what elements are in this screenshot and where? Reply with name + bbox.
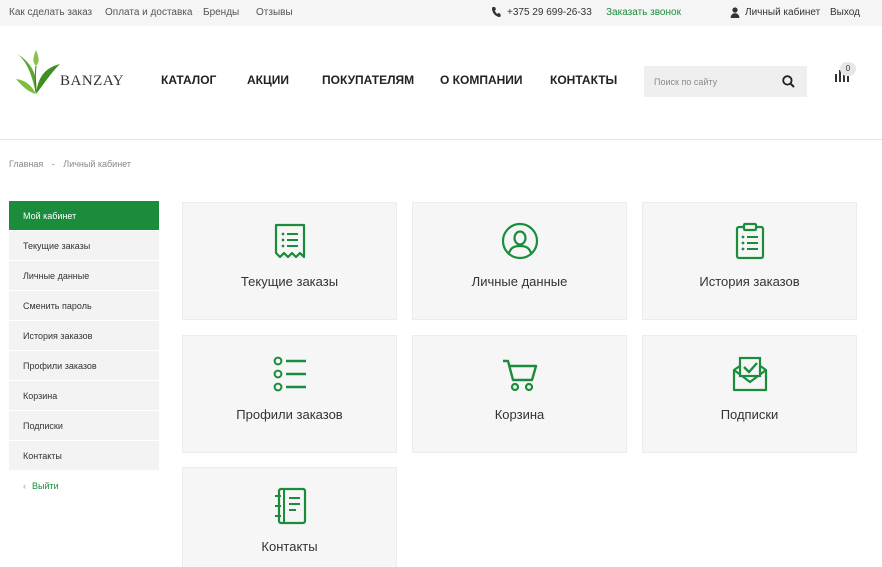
cart-icon [502, 359, 537, 392]
card-order-history[interactable]: История заказов [642, 202, 857, 320]
cabinet-link[interactable]: Личный кабинет [745, 7, 820, 18]
receipt-icon [274, 223, 305, 259]
card-label: Контакты [261, 539, 318, 554]
card-personal-data[interactable]: Личные данные [412, 202, 627, 320]
compare-count-badge: 0 [840, 62, 856, 76]
breadcrumb-home[interactable]: Главная [9, 159, 43, 169]
topbar-link-brands[interactable]: Бренды [203, 7, 239, 18]
topbar-link-payment-delivery[interactable]: Оплата и доставка [105, 7, 192, 18]
breadcrumb-separator: - [51, 159, 55, 169]
logo-text: BANZAY [60, 73, 125, 89]
card-label: Личные данные [471, 274, 568, 289]
search-input[interactable] [644, 66, 774, 97]
nav-promotions[interactable]: АКЦИИ [247, 73, 289, 87]
topbar-link-how-to-order[interactable]: Как сделать заказ [9, 7, 92, 18]
sidebar-item-order-profiles[interactable]: Профили заказов [9, 351, 159, 381]
sidebar-logout-label: Выйти [32, 481, 59, 491]
breadcrumb: Главная - Личный кабинет [9, 159, 131, 169]
card-label: Корзина [494, 407, 545, 422]
nav-about[interactable]: О КОМПАНИИ [440, 73, 523, 87]
logout-link[interactable]: Выход [830, 7, 860, 18]
nav-customers[interactable]: ПОКУПАТЕЛЯМ [322, 73, 414, 87]
sidebar-item-order-history[interactable]: История заказов [9, 321, 159, 351]
card-label: Подписки [720, 407, 779, 422]
sidebar-logout[interactable]: ‹ Выйти [9, 481, 59, 491]
sidebar-item-personal-data[interactable]: Личные данные [9, 261, 159, 291]
list-icon [273, 356, 306, 392]
clipboard-icon [735, 222, 764, 260]
card-label: Профили заказов [236, 407, 343, 422]
user-icon [730, 7, 740, 18]
sidebar-item-subscriptions[interactable]: Подписки [9, 411, 159, 441]
mail-check-icon [732, 356, 767, 392]
card-contacts[interactable]: Контакты [182, 467, 397, 567]
header: BANZAY КАТАЛОГ АКЦИИ ПОКУПАТЕЛЯМ О КОМПА… [0, 26, 882, 140]
breadcrumb-current: Личный кабинет [63, 159, 132, 169]
chevron-left-icon: ‹ [23, 481, 26, 491]
sidebar-item-my-cabinet[interactable]: Мой кабинет [9, 201, 159, 231]
search-icon[interactable] [782, 75, 795, 88]
sidebar-item-cart[interactable]: Корзина [9, 381, 159, 411]
phone-icon [492, 7, 501, 17]
notebook-icon [274, 487, 306, 525]
user-circle-icon [501, 222, 538, 260]
card-order-profiles[interactable]: Профили заказов [182, 335, 397, 453]
topbar-link-reviews[interactable]: Отзывы [256, 7, 293, 18]
card-label: Текущие заказы [240, 274, 339, 289]
nav-catalog[interactable]: КАТАЛОГ [161, 73, 216, 87]
callback-link[interactable]: Заказать звонок [606, 7, 681, 18]
nav-contacts[interactable]: КОНТАКТЫ [550, 73, 617, 87]
sidebar: Мой кабинет Текущие заказы Личные данные… [9, 201, 159, 471]
sidebar-item-current-orders[interactable]: Текущие заказы [9, 231, 159, 261]
card-cart[interactable]: Корзина [412, 335, 627, 453]
card-subscriptions[interactable]: Подписки [642, 335, 857, 453]
card-current-orders[interactable]: Текущие заказы [182, 202, 397, 320]
search-box [644, 66, 807, 97]
top-bar: Как сделать заказ Оплата и доставка Брен… [0, 0, 882, 26]
card-label: История заказов [699, 274, 800, 289]
sidebar-item-change-password[interactable]: Сменить пароль [9, 291, 159, 321]
sidebar-item-contacts[interactable]: Контакты [9, 441, 159, 471]
topbar-phone[interactable]: +375 29 699-26-33 [507, 7, 592, 18]
